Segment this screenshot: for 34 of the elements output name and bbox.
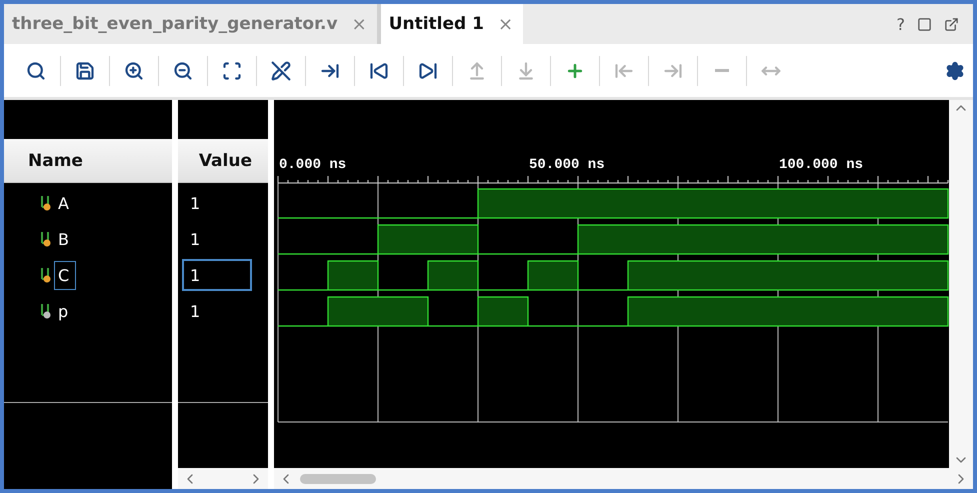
- signal-name[interactable]: p: [40, 296, 76, 326]
- crossed-pen-icon: [271, 60, 291, 80]
- time-label: 100.000 ns: [779, 157, 864, 173]
- time-label: 50.000 ns: [529, 157, 605, 173]
- signal-icon: [40, 195, 52, 211]
- signal-value[interactable]: 1: [182, 187, 252, 219]
- signal-value[interactable]: 1: [182, 259, 252, 291]
- help-button[interactable]: ?: [896, 14, 905, 34]
- signal-name[interactable]: B: [40, 224, 76, 254]
- time-label: 0.000 ns: [279, 157, 346, 173]
- scrollbar-thumb[interactable]: [300, 474, 376, 484]
- value-column-header[interactable]: Value: [178, 139, 268, 183]
- minus-icon: [715, 69, 729, 72]
- tab-label: Untitled 1: [388, 14, 484, 34]
- search-icon: [26, 60, 46, 80]
- arrow-down-line-icon: [516, 60, 536, 80]
- tab-label: three_bit_even_parity_generator.v: [12, 14, 338, 34]
- zoom-out-icon: [173, 60, 193, 80]
- editor-tab[interactable]: Untitled 1 ×: [380, 4, 524, 44]
- signal-icon: [40, 303, 52, 319]
- float-window-icon[interactable]: [944, 16, 959, 32]
- signal-value[interactable]: 1: [182, 223, 252, 255]
- maximize-icon[interactable]: [917, 16, 932, 32]
- expand-corners-icon: [222, 60, 242, 80]
- skip-forward-icon: [418, 60, 438, 80]
- name-column-header[interactable]: Name: [4, 139, 172, 183]
- signal-value[interactable]: 1: [182, 295, 252, 327]
- settings-icon[interactable]: [945, 60, 965, 80]
- signal-icon: [40, 267, 52, 283]
- signal-name[interactable]: A: [40, 188, 76, 218]
- close-tab-button[interactable]: ×: [498, 14, 514, 34]
- signal-icon: [40, 231, 52, 247]
- skip-back-icon: [369, 60, 389, 80]
- zoom-in-icon: [124, 60, 144, 80]
